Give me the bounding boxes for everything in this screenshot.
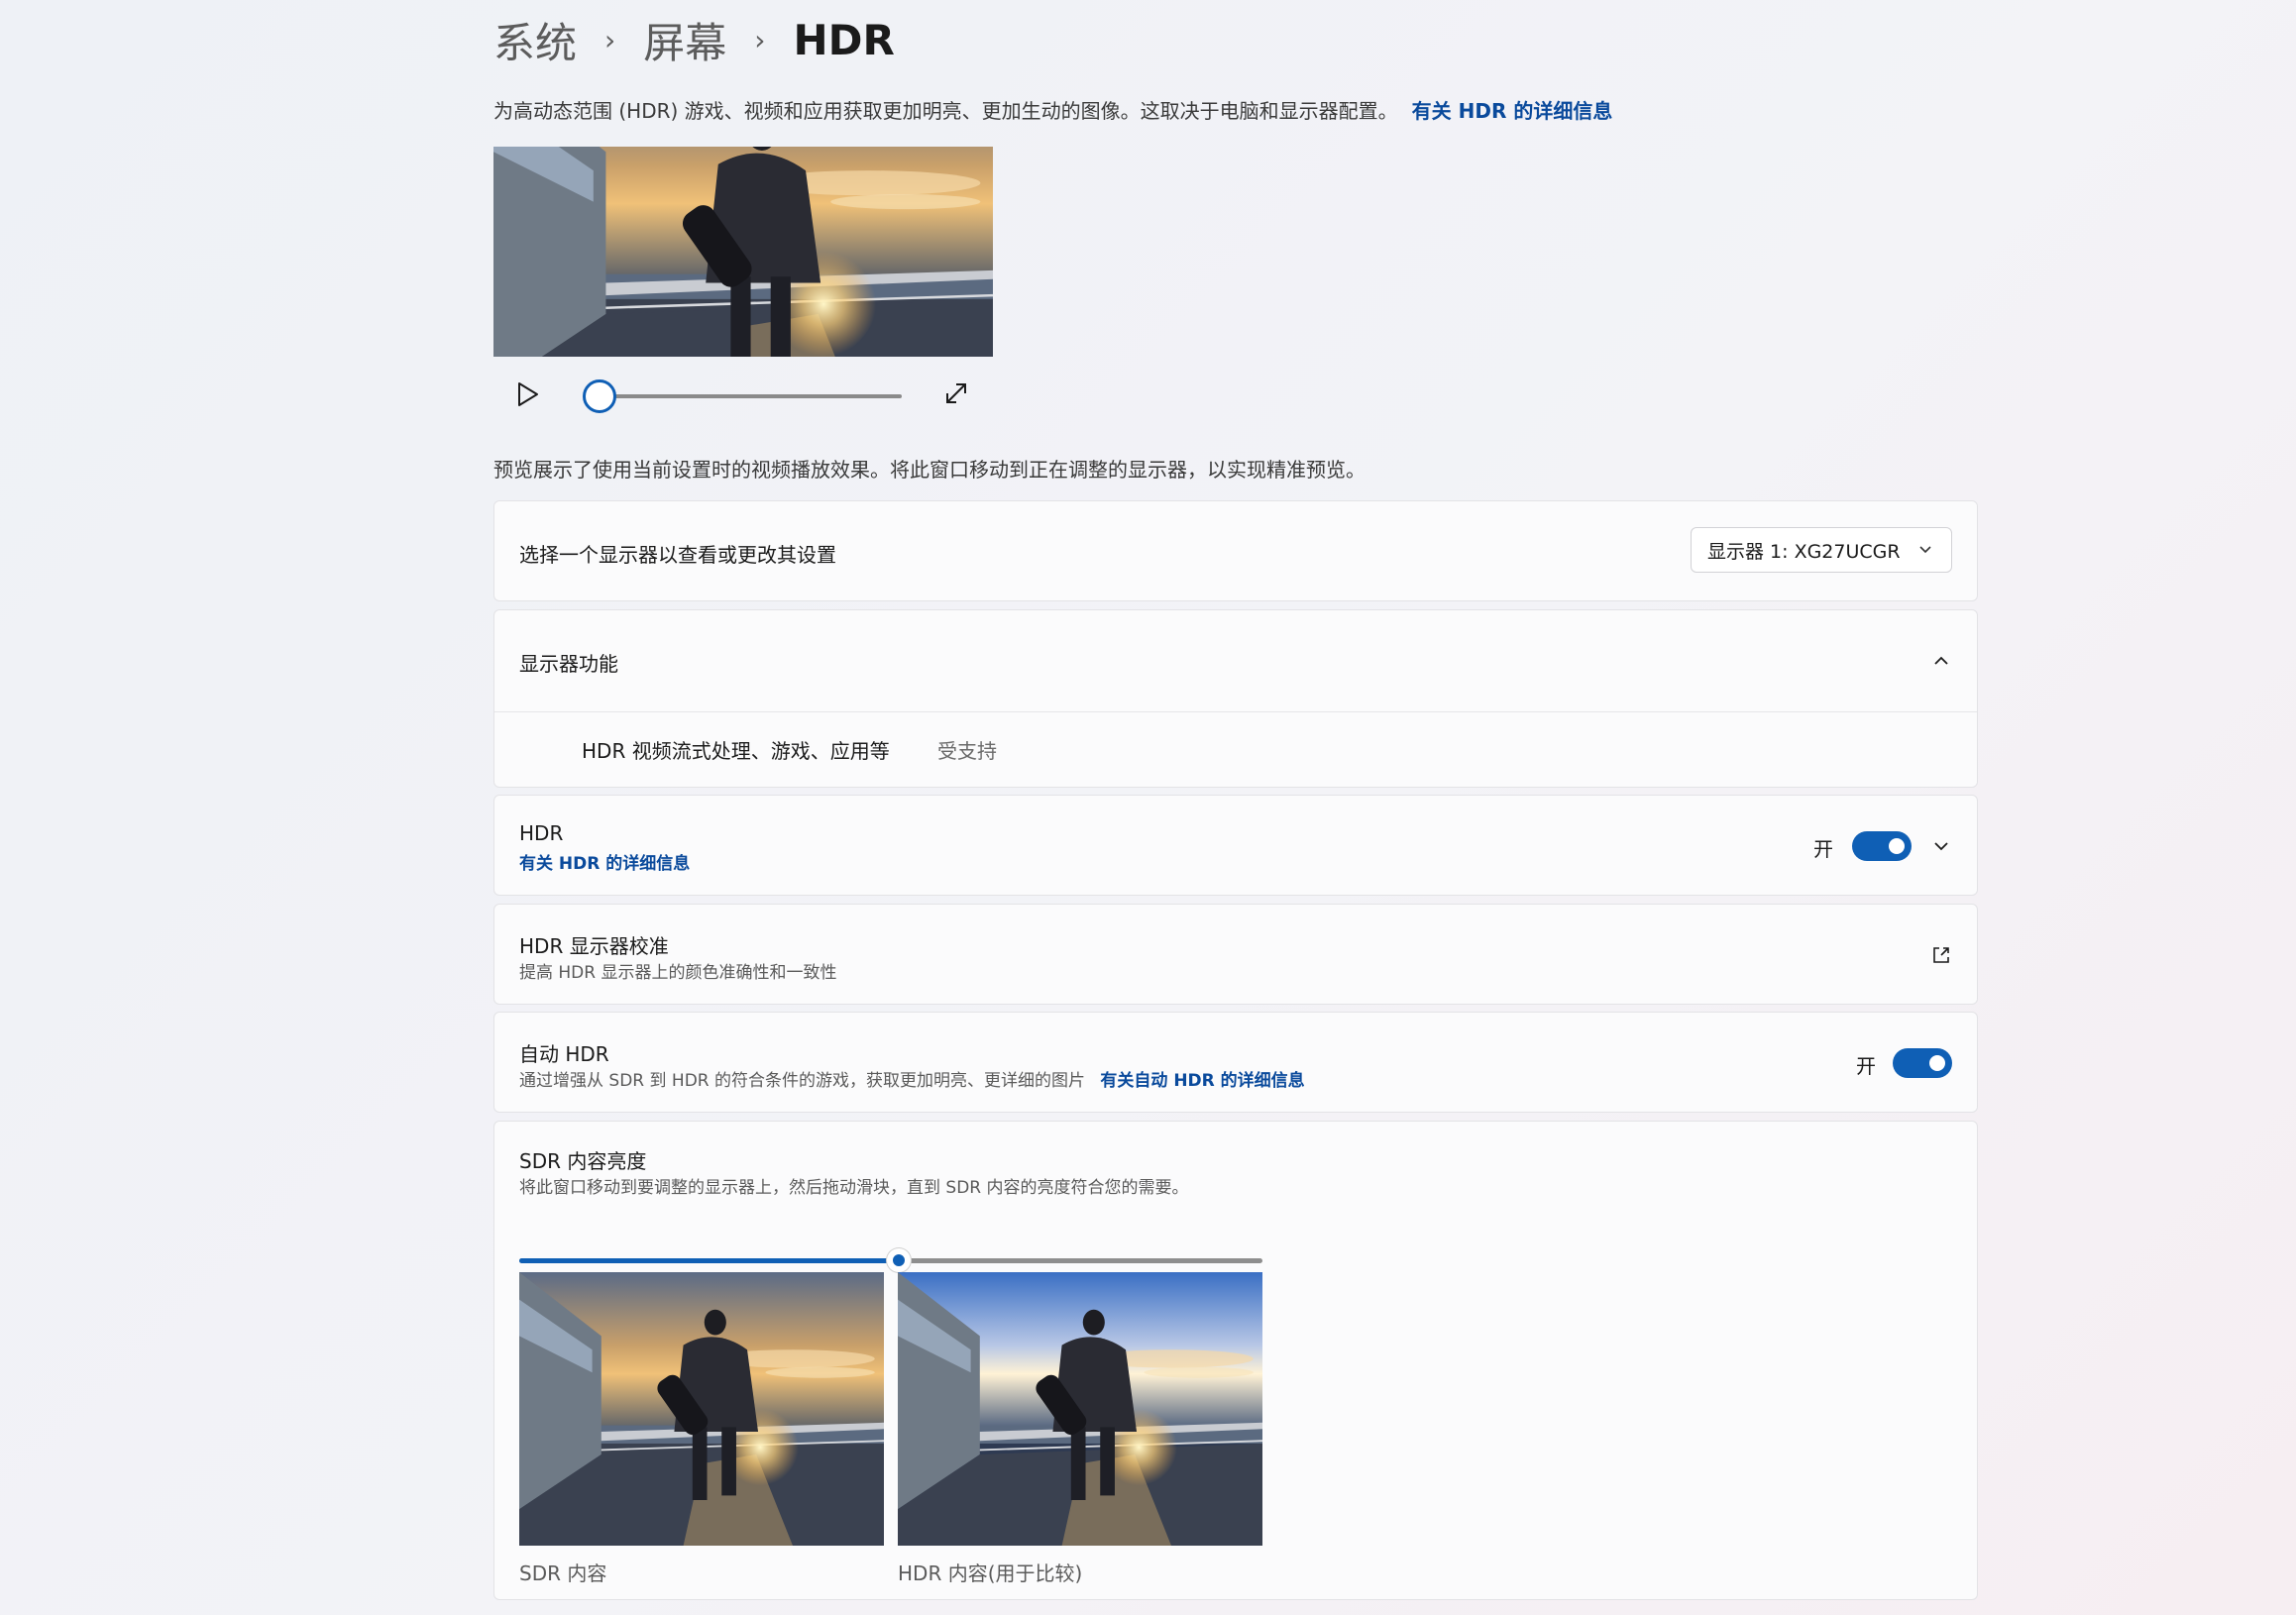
- hdr-content-image: [898, 1272, 1262, 1546]
- sdr-content-label: SDR 内容: [519, 1561, 607, 1585]
- breadcrumb-display[interactable]: 屏幕: [643, 10, 726, 70]
- open-external-icon[interactable]: [1930, 944, 1952, 966]
- divider: [494, 711, 1977, 712]
- auto-hdr-title: 自动 HDR: [519, 1042, 609, 1066]
- auto-hdr-info-link[interactable]: 有关自动 HDR 的详细信息: [1100, 1071, 1304, 1091]
- auto-hdr-card: 自动 HDR 通过增强从 SDR 到 HDR 的符合条件的游戏，获取更加明亮、更…: [493, 1012, 1978, 1113]
- calibration-title: HDR 显示器校准: [519, 934, 669, 958]
- sdr-brightness-card: SDR 内容亮度 将此窗口移动到要调整的显示器上，然后拖动滑块，直到 SDR 内…: [493, 1121, 1978, 1600]
- hdr-content-label: HDR 内容(用于比较): [898, 1561, 1083, 1585]
- hdr-info-link[interactable]: 有关 HDR 的详细信息: [1412, 99, 1613, 123]
- breadcrumb: 系统 › 屏幕 › HDR: [493, 10, 895, 69]
- auto-hdr-toggle[interactable]: [1893, 1048, 1952, 1078]
- chevron-down-icon: [1919, 546, 1931, 554]
- hdr-card[interactable]: HDR 有关 HDR 的详细信息 开: [493, 795, 1978, 896]
- sdr-title: SDR 内容亮度: [519, 1149, 647, 1173]
- fullscreen-icon[interactable]: [941, 378, 971, 408]
- preview-video-frame: [493, 147, 993, 357]
- video-progress-track[interactable]: [585, 394, 902, 398]
- display-select-label: 选择一个显示器以查看或更改其设置: [519, 543, 836, 567]
- slider-thumb[interactable]: [886, 1248, 911, 1272]
- display-dropdown-value: 显示器 1: XG27UCGR: [1707, 540, 1901, 563]
- display-select-card: 选择一个显示器以查看或更改其设置 显示器 1: XG27UCGR: [493, 500, 1978, 601]
- hdr-toggle-state: 开: [1813, 837, 1833, 861]
- intro-text: 为高动态范围 (HDR) 游戏、视频和应用获取更加明亮、更加生动的图像。这取决于…: [493, 95, 1612, 124]
- chevron-up-icon[interactable]: [1930, 650, 1952, 672]
- breadcrumb-chevron-icon: ›: [754, 23, 766, 56]
- video-progress-thumb[interactable]: [583, 379, 616, 413]
- breadcrumb-chevron-icon: ›: [604, 23, 616, 56]
- hdr-preview-video[interactable]: [493, 147, 993, 357]
- breadcrumb-system[interactable]: 系统: [493, 10, 577, 70]
- display-capabilities-title: 显示器功能: [519, 652, 618, 676]
- slider-fill: [519, 1258, 899, 1263]
- capability-status: 受支持: [937, 739, 997, 763]
- hdr-info-link-2[interactable]: 有关 HDR 的详细信息: [519, 854, 690, 874]
- video-controls: [493, 365, 993, 424]
- sdr-content-image: [519, 1272, 884, 1546]
- play-icon[interactable]: [515, 380, 541, 408]
- preview-note: 预览展示了使用当前设置时的视频播放效果。将此窗口移动到正在调整的显示器，以实现精…: [493, 458, 1366, 482]
- chevron-down-icon[interactable]: [1930, 835, 1952, 857]
- display-dropdown[interactable]: 显示器 1: XG27UCGR: [1691, 527, 1952, 573]
- sdr-subtitle: 将此窗口移动到要调整的显示器上，然后拖动滑块，直到 SDR 内容的亮度符合您的需…: [519, 1178, 1189, 1198]
- intro-description: 为高动态范围 (HDR) 游戏、视频和应用获取更加明亮、更加生动的图像。这取决于…: [493, 99, 1398, 123]
- hdr-toggle[interactable]: [1852, 831, 1912, 861]
- auto-hdr-subtitle: 通过增强从 SDR 到 HDR 的符合条件的游戏，获取更加明亮、更详细的图片: [519, 1071, 1085, 1091]
- capability-name: HDR 视频流式处理、游戏、应用等: [582, 739, 890, 763]
- hdr-title: HDR: [519, 821, 564, 845]
- hdr-calibration-card[interactable]: HDR 显示器校准 提高 HDR 显示器上的颜色准确性和一致性: [493, 904, 1978, 1005]
- display-capabilities-card: 显示器功能 HDR 视频流式处理、游戏、应用等 受支持: [493, 609, 1978, 788]
- auto-hdr-toggle-state: 开: [1856, 1054, 1876, 1078]
- calibration-subtitle: 提高 HDR 显示器上的颜色准确性和一致性: [519, 963, 837, 983]
- page-title: HDR: [793, 15, 895, 64]
- sdr-brightness-slider[interactable]: [519, 1246, 1262, 1274]
